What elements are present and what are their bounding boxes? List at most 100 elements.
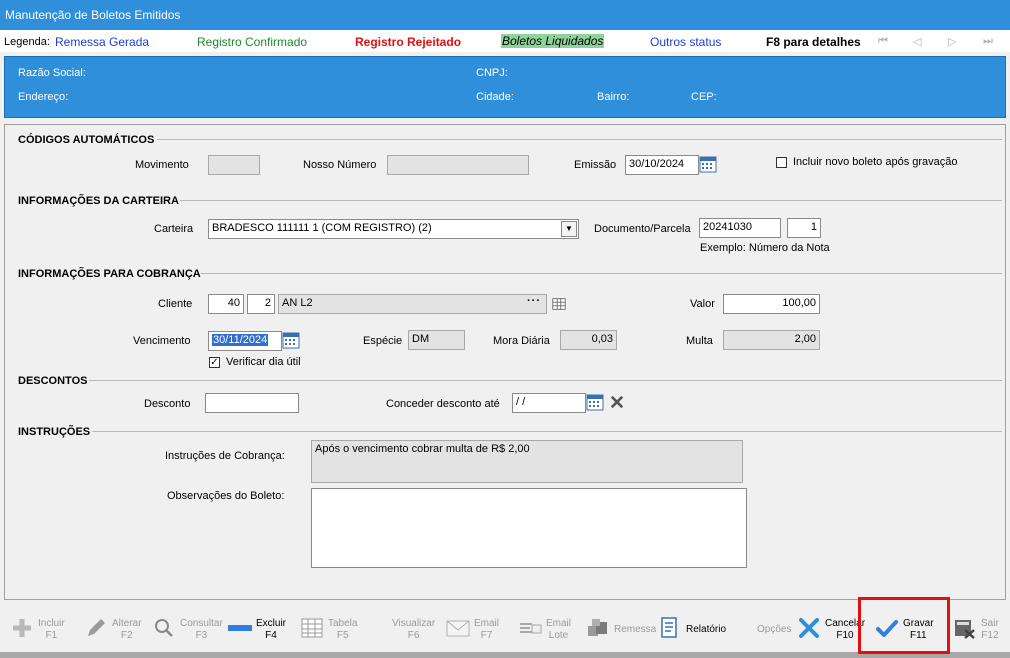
multa-label: Multa [686,335,713,347]
consultar-label: Consultar [180,618,223,629]
legend-label: Legenda: [4,36,50,48]
tabela-button[interactable]: Tabela F5 [300,604,360,652]
cliente-search-button[interactable]: ··· [527,295,541,307]
boxes-icon [586,616,610,640]
divider [157,139,1002,140]
pencil-icon [84,616,108,640]
legend-remessa-gerada: Remessa Gerada [55,35,150,49]
visualizar-button[interactable]: Visualizar F6 [364,604,436,652]
search-icon [152,616,176,640]
excluir-button[interactable]: Excluir F4 [228,604,288,652]
relatorio-label: Relatório [686,624,727,635]
parcela-field[interactable]: 1 [787,218,821,238]
last-icon[interactable]: ⏭ [983,35,993,48]
desconto-field[interactable] [205,393,299,413]
bairro-label: Bairro: [597,91,630,103]
remessa-button[interactable]: Remessa [586,604,656,652]
section-cobranca: INFORMAÇÕES PARA COBRANÇA [18,268,201,280]
movimento-label: Movimento [135,159,189,171]
table-icon[interactable] [551,296,567,312]
valor-label: Valor [690,298,715,310]
calendar-icon[interactable] [699,155,717,173]
sair-button[interactable]: Sair F12 [953,604,1008,652]
visualizar-label: Visualizar [392,618,436,629]
incluir-novo-checkbox[interactable] [776,157,787,168]
mora-field: 0,03 [560,330,617,350]
alterar-label: Alterar [112,618,142,629]
legend-hint: F8 para detalhes [766,35,861,49]
legend-boletos-liquidados: Boletos Liquidados [501,34,605,48]
chevron-down-icon[interactable]: ▼ [561,221,577,237]
instrucoes-label: Instruções de Cobrança: [165,450,285,462]
emissao-field[interactable]: 30/10/2024 [625,155,699,175]
cancelar-button[interactable]: Cancelar F10 [797,604,867,652]
divider [201,273,1002,274]
clear-icon[interactable] [609,394,625,410]
divider [89,380,1002,381]
tabela-key: F5 [336,630,349,641]
multa-field: 2,00 [723,330,820,350]
cnpj-label: CNPJ: [476,67,508,79]
next-icon[interactable]: ▷ [948,35,956,48]
cliente-label: Cliente [158,298,193,310]
vencimento-field[interactable]: 30/11/2024 [208,331,282,351]
observacoes-label: Observações do Boleto: [167,490,285,502]
section-descontos: DESCONTOS [18,375,88,387]
verificar-dia-util-label: Verificar dia útil [226,356,301,368]
legend-registro-rejeitado: Registro Rejeitado [355,35,462,49]
section-instrucoes: INSTRUÇÕES [18,426,91,438]
opcoes-button[interactable]: Opções [729,604,791,652]
cliente-sub-field[interactable]: 2 [247,294,275,314]
especie-field: DM [408,330,465,350]
excluir-label: Excluir [256,618,287,629]
carteira-select[interactable]: BRADESCO 111111 1 (COM REGISTRO) (2) [208,219,579,239]
email-list-icon [518,616,542,640]
instrucoes-field[interactable]: Após o vencimento cobrar multa de R$ 2,0… [311,440,743,483]
calendar-icon[interactable] [586,393,604,411]
endereco-label: Endereço: [18,91,69,103]
divider [180,200,1002,201]
divider [92,431,1002,432]
email-lote-button[interactable]: Email Lote [518,604,578,652]
incluir-label: Incluir [38,618,65,629]
cidade-label: Cidade: [476,91,514,103]
documento-exemplo: Exemplo: Número da Nota [700,242,830,254]
report-icon [658,616,682,640]
emissao-label: Emissão [574,159,617,171]
sair-key: F12 [981,630,999,641]
especie-label: Espécie [363,335,403,347]
remessa-label: Remessa [614,624,657,635]
email-button[interactable]: Email F7 [446,604,506,652]
boleto-form: CÓDIGOS AUTOMÁTICOS Movimento Nosso Núme… [4,124,1006,600]
email-lote-key: Lote [548,630,569,641]
cancelar-key: F10 [836,630,854,641]
consultar-button[interactable]: Consultar F3 [152,604,223,652]
incluir-button[interactable]: Incluir F1 [10,604,70,652]
vencimento-label: Vencimento [133,335,191,347]
prev-icon[interactable]: ◁ [913,35,921,48]
gravar-highlight-box [858,597,950,654]
consultar-key: F3 [195,630,208,641]
first-icon[interactable]: ⏮ [878,35,888,48]
conceder-label: Conceder desconto até [386,398,500,410]
documento-field[interactable]: 20241030 [699,218,781,238]
movimento-field[interactable] [208,155,260,175]
cliente-codigo-field[interactable]: 40 [208,294,244,314]
valor-field[interactable]: 100,00 [723,294,820,314]
plus-icon [10,616,34,640]
sair-label: Sair [981,618,999,629]
observacoes-field[interactable] [311,488,747,568]
alterar-key: F2 [120,630,133,641]
calendar-icon[interactable] [282,331,300,349]
conceder-field[interactable]: / / [512,393,586,413]
close-icon [797,616,821,640]
incluir-novo-label: Incluir novo boleto após gravação [793,156,958,168]
alterar-button[interactable]: Alterar F2 [84,604,144,652]
legend-registro-confirmado: Registro Confirmado [197,35,308,49]
company-info-panel: Razão Social: CNPJ: Endereço: Cidade: Ba… [4,56,1006,118]
email-key: F7 [480,630,493,641]
verificar-dia-util-checkbox[interactable]: ✓ [209,357,220,368]
nosso-numero-field[interactable] [387,155,529,175]
section-carteira: INFORMAÇÕES DA CARTEIRA [18,195,179,207]
relatorio-button[interactable]: Relatório [658,604,728,652]
